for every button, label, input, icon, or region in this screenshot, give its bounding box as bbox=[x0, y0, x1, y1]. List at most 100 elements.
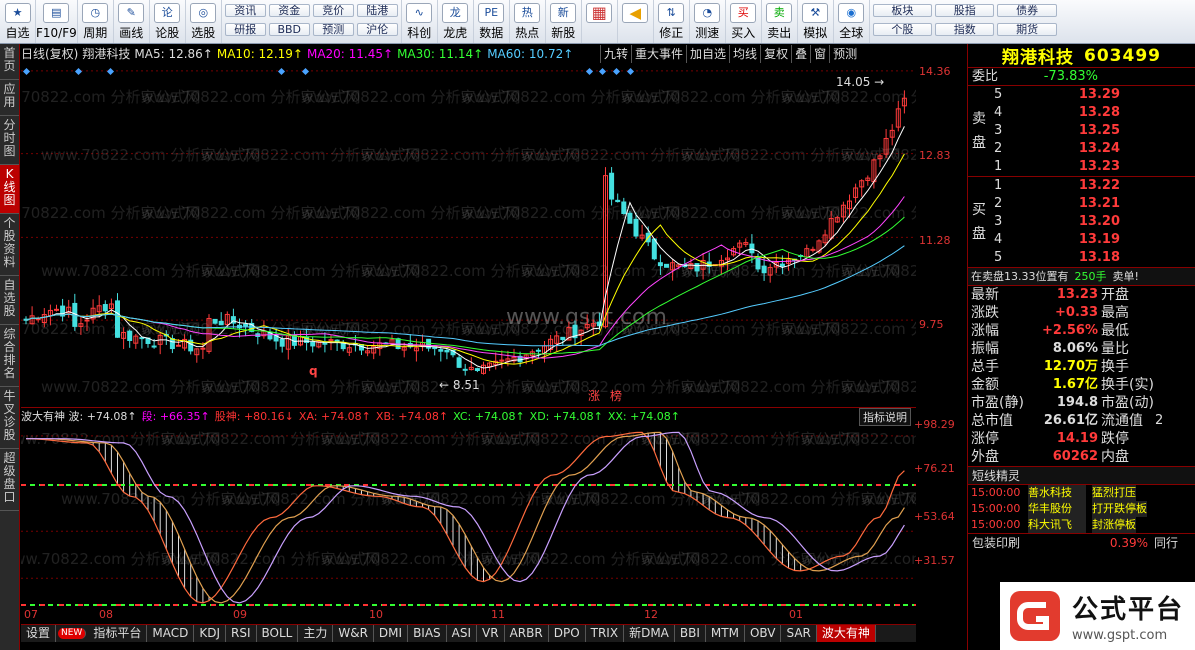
toolbar-grid-BBD[interactable]: BBD bbox=[268, 23, 310, 36]
indicator-tab-21[interactable]: 波大有神 bbox=[816, 625, 876, 642]
elf-list: 15:00:00 善水科技 猛烈打压 15:00:00 华丰股份 打开跌停板 15:00:0… bbox=[968, 485, 1195, 533]
sidebar-tab-3[interactable]: K线图 bbox=[0, 165, 19, 214]
toolbar3-button-6[interactable]: ⚒ 模拟 bbox=[798, 0, 834, 43]
sidebar-tab-0[interactable]: 首页 bbox=[0, 44, 19, 80]
kline-btn-4[interactable]: 复权 bbox=[760, 45, 791, 63]
toolbar-button-4[interactable]: 论论股 bbox=[150, 0, 186, 43]
kline-btn-2[interactable]: 加自选 bbox=[686, 45, 729, 63]
indicator-tab-13[interactable]: ARBR bbox=[505, 625, 549, 642]
toolbar-grid2-个股[interactable]: 个股 bbox=[872, 23, 933, 36]
sidebar-tab-8[interactable]: 超级盘口 bbox=[0, 449, 19, 511]
indicator-header-item-7: XX: +74.08↑ bbox=[607, 410, 681, 423]
sidebar-tab-2[interactable]: 分时图 bbox=[0, 116, 19, 165]
stat-label2: 市盈(动) bbox=[1101, 395, 1154, 411]
elf-stock: 科大讯飞 bbox=[1028, 517, 1086, 533]
sidebar-tab-1[interactable]: 应用 bbox=[0, 80, 19, 116]
indicator-tab-19[interactable]: OBV bbox=[745, 625, 782, 642]
toolbar3-button-5[interactable]: 卖卖出 bbox=[762, 0, 798, 43]
toolbar-grid2-债券[interactable]: 债券 bbox=[997, 4, 1057, 17]
kline-btn-1[interactable]: 重大事件 bbox=[631, 45, 686, 63]
toolbar-grid2-期货[interactable]: 期货 bbox=[997, 23, 1057, 36]
sidebar-tab-6[interactable]: 综合排名 bbox=[0, 325, 19, 387]
indicator-tab-11[interactable]: ASI bbox=[447, 625, 478, 642]
indicator-tab-10[interactable]: BIAS bbox=[408, 625, 447, 642]
indicator-tab-5[interactable]: RSI bbox=[226, 625, 257, 642]
toolbar2-button-4[interactable]: 新新股 bbox=[546, 0, 582, 43]
toolbar3-button-2[interactable]: ⇅ 修正 bbox=[654, 0, 690, 43]
kline-watermark: www.70822.com 分析家公式网 bbox=[841, 146, 916, 164]
indicator-tab-9[interactable]: DMI bbox=[374, 625, 409, 642]
indicator-tab-14[interactable]: DPO bbox=[549, 625, 586, 642]
ask-level: 5 bbox=[994, 87, 1003, 102]
toolbar-grid2-板块[interactable]: 板块 bbox=[872, 4, 933, 17]
toolbar2-label-4: 新股 bbox=[551, 26, 576, 40]
indicator-tab-3[interactable]: MACD bbox=[147, 625, 195, 642]
indicator-tab-7[interactable]: 主力 bbox=[298, 625, 334, 642]
indicator-tab-1[interactable]: NEW bbox=[58, 628, 87, 639]
indicator-tab-4[interactable]: KDJ bbox=[194, 625, 226, 642]
toolbar3-button-4[interactable]: 买买入 bbox=[726, 0, 762, 43]
kline-header-item-6: MA60: 10.72↑ bbox=[487, 47, 574, 61]
toolbar2-button-1[interactable]: 龙龙虎 bbox=[438, 0, 474, 43]
kline-btn-5[interactable]: 叠 bbox=[791, 45, 810, 63]
toolbar2-button-3[interactable]: 热热点 bbox=[510, 0, 546, 43]
indicator-tab-17[interactable]: BBI bbox=[675, 625, 706, 642]
indicator-header-item-1: 段: +66.35↑ bbox=[141, 410, 210, 423]
toolbar-grid-研报[interactable]: 研报 bbox=[224, 23, 266, 36]
indicator-tab-2[interactable]: 指标平台 bbox=[88, 625, 148, 642]
dragon-icon: 龙 bbox=[442, 3, 469, 23]
kline-header-item-2: MA5: 12.86↑ bbox=[134, 47, 213, 61]
kline-btn-7[interactable]: 预测 bbox=[829, 45, 860, 63]
toolbar3-button-0[interactable]: ▦ bbox=[582, 0, 618, 43]
kline-btn-3[interactable]: 均线 bbox=[729, 45, 760, 63]
toolbar2-button-2[interactable]: PE 数据 bbox=[474, 0, 510, 43]
sidebar-tab-5[interactable]: 自选股 bbox=[0, 276, 19, 325]
toolbar-label-1: F10/F9 bbox=[36, 26, 77, 40]
bid-price: 13.21 bbox=[1078, 196, 1120, 211]
tongxing-button[interactable]: 同行 bbox=[1154, 534, 1178, 551]
toolbar2-button-0[interactable]: ∿ 科创 bbox=[402, 0, 438, 43]
toolbar-button-1[interactable]: ▤ F10/F9 bbox=[36, 0, 78, 43]
indicator-chart[interactable]: www.70822.com 分析家公式网 www.70822.com 分析家公式网… bbox=[21, 424, 916, 607]
indicator-tab-20[interactable]: SAR bbox=[781, 625, 817, 642]
sidebar-tab-7[interactable]: 牛叉诊股 bbox=[0, 387, 19, 449]
candle-body bbox=[609, 172, 615, 200]
elf-row[interactable]: 15:00:00 善水科技 猛烈打压 bbox=[968, 485, 1195, 501]
indicator-tab-0[interactable]: 设置 bbox=[21, 625, 57, 642]
kline-btn-0[interactable]: 九转 bbox=[600, 45, 631, 63]
toolbar-button-3[interactable]: ✎ 画线 bbox=[114, 0, 150, 43]
indicator-tab-8[interactable]: W&R bbox=[333, 625, 374, 642]
speed-icon: ◔ bbox=[694, 3, 721, 23]
toolbar3-button-7[interactable]: ◉ 全球 bbox=[834, 0, 870, 43]
toolbar3-button-3[interactable]: ◔ 测速 bbox=[690, 0, 726, 43]
indicator-tab-16[interactable]: 新DMA bbox=[624, 625, 675, 642]
kline-btn-6[interactable]: 窗 bbox=[810, 45, 829, 63]
indicator-tab-15[interactable]: TRIX bbox=[586, 625, 625, 642]
toolbar3-button-1[interactable]: ◀ bbox=[618, 0, 654, 43]
toolbar-grid-陆港[interactable]: 陆港 bbox=[356, 4, 398, 17]
toolbar-grid2-股指[interactable]: 股指 bbox=[935, 4, 995, 17]
indicator-tab-6[interactable]: BOLL bbox=[257, 625, 299, 642]
candle-body bbox=[664, 263, 669, 268]
stat-row: 总手 12.70万 换手 bbox=[968, 358, 1195, 376]
toolbar-grid-预测[interactable]: 预测 bbox=[312, 23, 354, 36]
indicator-tab-18[interactable]: MTM bbox=[706, 625, 745, 642]
bid-price: 13.22 bbox=[1078, 178, 1120, 193]
toolbar-button-2[interactable]: ◷ 周期 bbox=[78, 0, 114, 43]
toolbar-grid-沪伦[interactable]: 沪伦 bbox=[356, 23, 398, 36]
elf-row[interactable]: 15:00:00 科大讯飞 封涨停板 bbox=[968, 517, 1195, 533]
elf-row[interactable]: 15:00:00 华丰股份 打开跌停板 bbox=[968, 501, 1195, 517]
toolbar-grid-资金[interactable]: 资金 bbox=[268, 4, 310, 17]
sidebar: 首页 应用 分时图 K线图 个股资料 自选股 综合排名 牛叉诊股 超级盘口 bbox=[0, 44, 20, 650]
toolbar-button-5[interactable]: ◎ 选股 bbox=[186, 0, 222, 43]
indicator-tab-12[interactable]: VR bbox=[477, 625, 505, 642]
toolbar-button-0[interactable]: ★ 自选 bbox=[0, 0, 36, 43]
toolbar-grid-资讯[interactable]: 资讯 bbox=[224, 4, 266, 17]
kline-chart[interactable]: www.70822.com 分析家公式网 www.70822.com 分析家公式网… bbox=[21, 62, 916, 408]
sidebar-tab-4[interactable]: 个股资料 bbox=[0, 214, 19, 276]
candle-body bbox=[151, 345, 157, 348]
toolbar-grid-竞价[interactable]: 竞价 bbox=[312, 4, 354, 17]
event-marker-icon bbox=[626, 67, 635, 76]
toolbar-grid2-指数[interactable]: 指数 bbox=[935, 23, 995, 36]
sell-side-label: 卖盘 bbox=[972, 111, 986, 151]
